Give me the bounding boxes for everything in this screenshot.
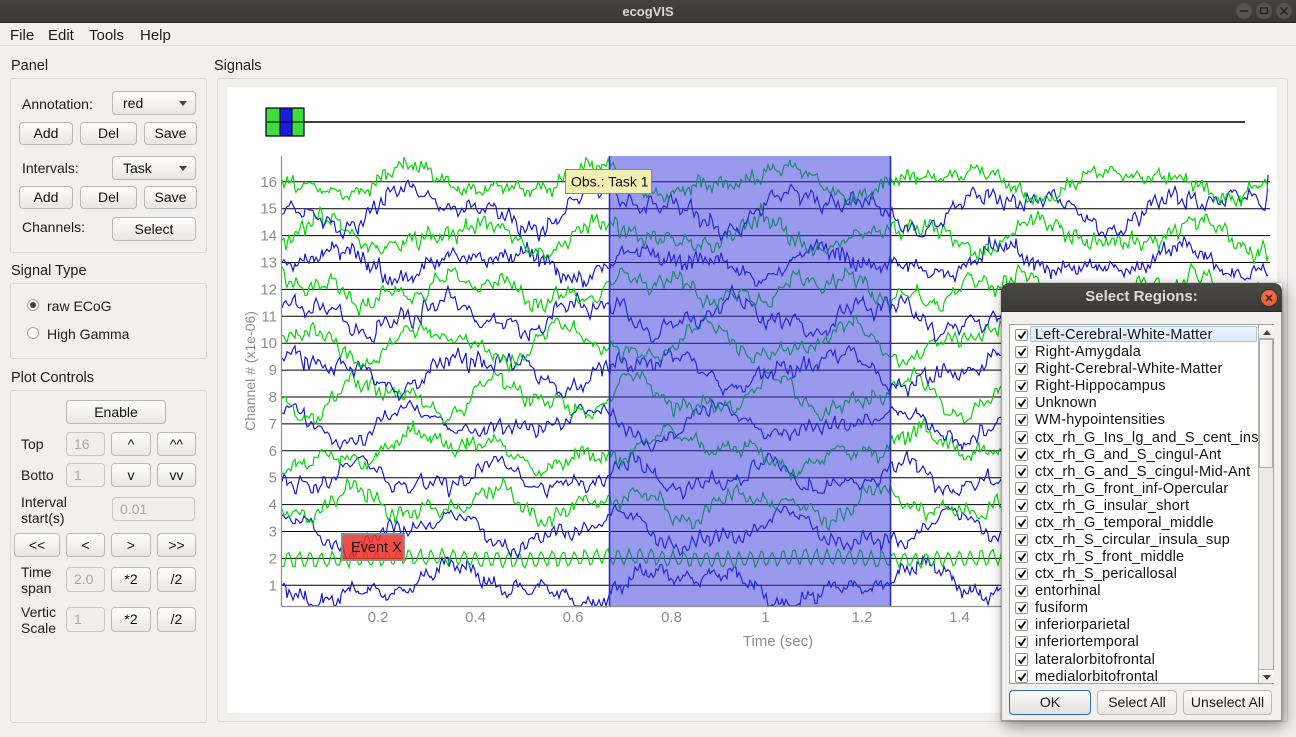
svg-text:0.4: 0.4: [465, 609, 486, 626]
svg-text:5: 5: [269, 470, 277, 487]
svg-text:0.6: 0.6: [563, 609, 584, 626]
svg-text:1: 1: [269, 577, 277, 594]
svg-text:12: 12: [260, 281, 277, 298]
svg-text:1.2: 1.2: [852, 609, 873, 626]
svg-text:16: 16: [260, 174, 277, 191]
svg-text:Time (sec): Time (sec): [743, 633, 813, 650]
svg-text:1.4: 1.4: [949, 609, 970, 626]
svg-text:11: 11: [261, 308, 277, 325]
svg-text:Channel # (x1e-06): Channel # (x1e-06): [242, 311, 258, 431]
svg-text:0.8: 0.8: [661, 609, 682, 626]
svg-text:6: 6: [269, 443, 277, 460]
svg-text:2: 2: [269, 550, 277, 567]
svg-text:9: 9: [269, 362, 277, 379]
svg-text:7: 7: [269, 416, 277, 433]
svg-text:15: 15: [260, 201, 277, 218]
svg-text:14: 14: [260, 228, 277, 245]
svg-text:8: 8: [269, 389, 277, 406]
svg-text:3: 3: [269, 524, 277, 541]
svg-text:Obs.: Task 1: Obs.: Task 1: [571, 174, 649, 190]
svg-text:0.2: 0.2: [368, 609, 389, 626]
svg-text:4: 4: [269, 497, 277, 514]
svg-text:13: 13: [260, 255, 277, 272]
svg-text:Event X: Event X: [351, 540, 402, 556]
svg-text:10: 10: [260, 335, 277, 352]
svg-text:1: 1: [761, 609, 769, 626]
